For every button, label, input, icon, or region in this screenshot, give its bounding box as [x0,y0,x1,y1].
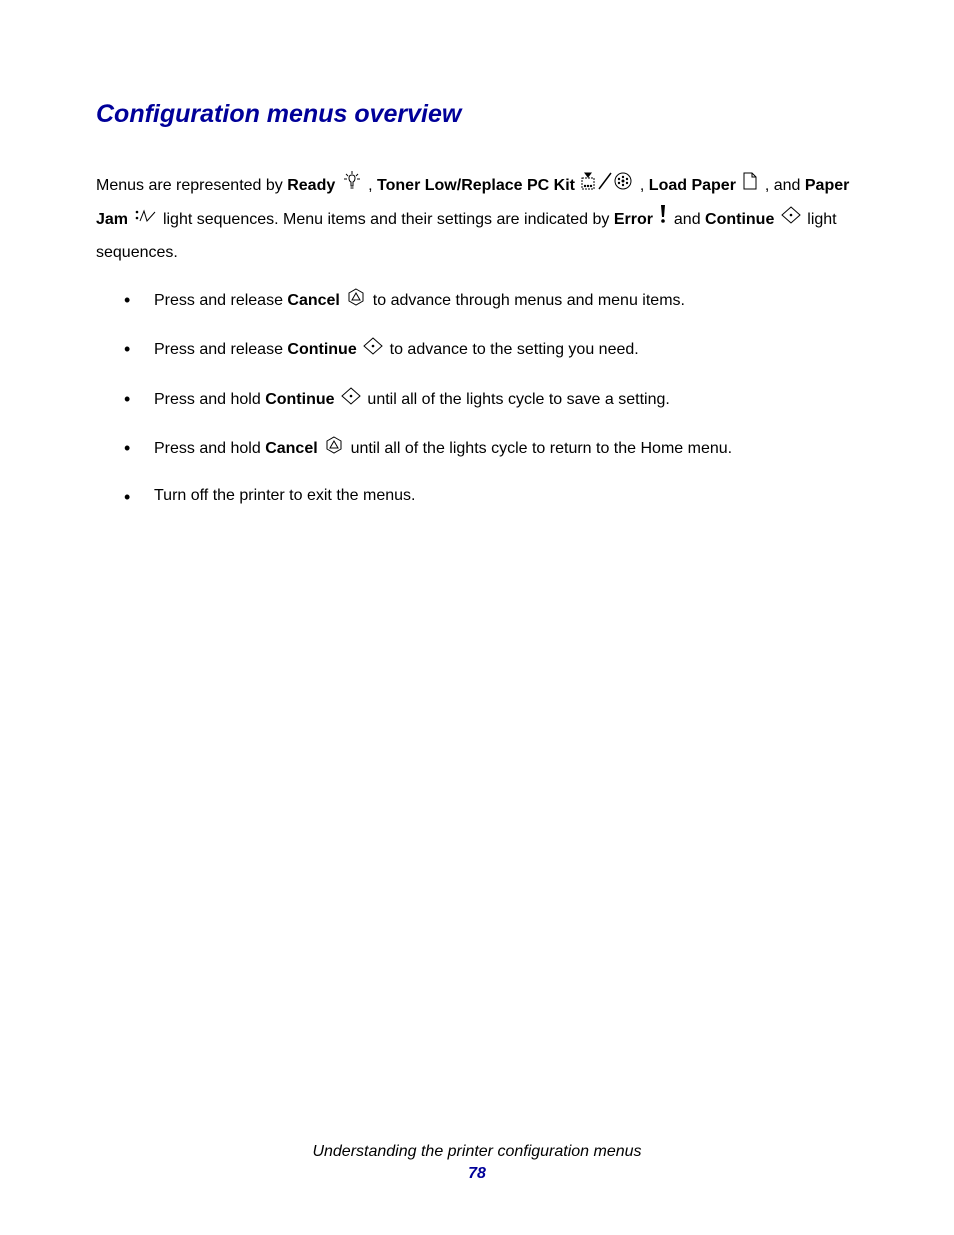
text: to advance through menus and menu items. [373,292,685,309]
error-icon [659,203,667,237]
text: until all of the lights cycle to return … [351,440,733,457]
text: , [368,177,377,194]
text: Press and release [154,292,287,309]
load-paper-icon [742,169,758,203]
list-item: Press and release Cancel to advance thro… [154,288,862,313]
cancel-icon [324,436,344,461]
continue-label: Continue [287,341,356,358]
footer-page-number: 78 [0,1165,954,1183]
continue-label: Continue [705,211,774,228]
list-item: Press and release Continue to advance to… [154,337,862,362]
page-footer: Understanding the printer configuration … [0,1143,954,1183]
cancel-icon [346,288,366,313]
text: , [640,177,649,194]
toner-icon [581,169,633,203]
text: Press and release [154,341,287,358]
text: Press and hold [154,440,265,457]
cancel-label: Cancel [287,292,339,309]
bullet-list: Press and release Cancel to advance thro… [96,288,862,508]
intro-paragraph: Menus are represented by Ready , Toner L… [96,169,862,270]
cancel-label: Cancel [265,440,317,457]
list-item: Press and hold Continue until all of the… [154,387,862,412]
ready-icon [342,169,362,203]
error-label: Error [614,211,653,228]
text: , and [765,177,805,194]
text: light sequences. Menu items and their se… [163,211,614,228]
list-item: Press and hold Cancel until all of the l… [154,436,862,461]
text: and [674,211,705,228]
section-heading: Configuration menus overview [96,100,862,129]
text: Press and hold [154,391,265,408]
text: Turn off the printer to exit the menus. [154,487,415,504]
toner-label: Toner Low/Replace PC Kit [377,177,575,194]
footer-section-title: Understanding the printer configuration … [0,1143,954,1161]
continue-label: Continue [265,391,334,408]
continue-icon [341,387,361,412]
continue-icon [781,203,801,237]
continue-icon [363,337,383,362]
paper-jam-icon [134,203,156,237]
text: until all of the lights cycle to save a … [367,391,669,408]
text: to advance to the setting you need. [390,341,639,358]
list-item: Turn off the printer to exit the menus. [154,485,862,507]
load-paper-label: Load Paper [649,177,736,194]
text: Menus are represented by [96,177,287,194]
ready-label: Ready [287,177,335,194]
